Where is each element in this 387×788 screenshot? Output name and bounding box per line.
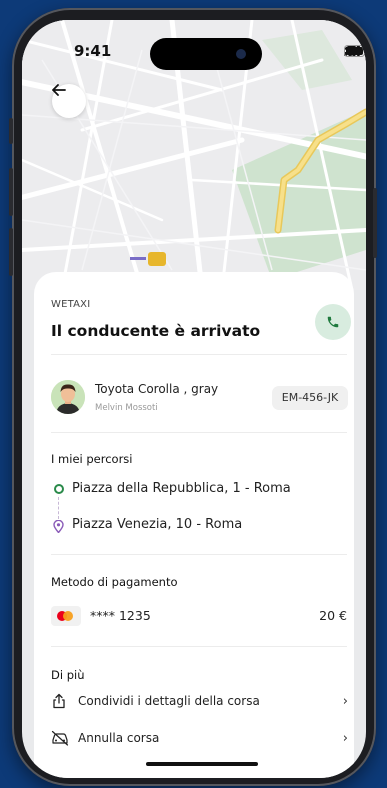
divider [51,646,347,647]
destination-pin-icon [53,520,64,533]
status-time: 9:41 [74,42,112,60]
volume-up-button [9,168,13,216]
route-origin: Piazza della Repubblica, 1 - Roma [72,481,291,496]
avatar [51,380,85,414]
share-ride-details-label: Condividi i dettagli della corsa [78,694,260,708]
chevron-right-icon: › [342,694,348,709]
arrow-left-icon [52,84,66,96]
payment-heading: Metodo di pagamento [51,575,178,589]
phone-screen: 9:41 WETAXI Il conducente è arrivato Toy… [22,20,366,778]
divider [51,432,347,433]
taxi-marker [148,252,166,266]
volume-down-button [9,228,13,276]
call-driver-button[interactable] [315,304,351,340]
ride-details-sheet: WETAXI Il conducente è arrivato Toyota C… [34,272,354,778]
driver-avatar-icon [51,380,85,414]
share-icon [53,693,65,709]
more-heading: Di più [51,668,85,682]
chevron-right-icon: › [342,731,348,746]
battery-icon [344,45,366,57]
dynamic-island [150,38,262,70]
route-connector [58,497,59,519]
divider [51,554,347,555]
power-button [373,188,377,258]
cancel-ride-label: Annulla corsa [78,731,160,745]
route-destination: Piazza Venezia, 10 - Roma [72,517,243,532]
page-title: Il conducente è arrivato [51,322,261,340]
cancel-car-icon [51,730,69,746]
ride-price: 20 € [319,608,347,623]
license-plate-badge: EM-456-JK [272,386,348,410]
phone-icon [327,316,339,328]
cancel-ride-item[interactable]: Annulla corsa › [51,728,351,750]
origin-dot-icon [54,484,64,494]
side-button [9,118,13,144]
share-ride-details-item[interactable]: Condividi i dettagli della corsa › [51,691,351,713]
status-bar: 9:41 [22,38,366,70]
routes-heading: I miei percorsi [51,452,133,466]
driver-name: Melvin Mossoti [95,403,158,413]
brand-label: WETAXI [51,299,91,310]
divider [51,354,347,355]
map[interactable]: 9:41 [22,20,366,290]
car-model: Toyota Corolla , gray [95,382,219,396]
home-indicator [146,762,258,766]
mastercard-icon [51,606,81,626]
card-number: **** 1235 [90,608,151,623]
back-button[interactable] [52,84,86,118]
